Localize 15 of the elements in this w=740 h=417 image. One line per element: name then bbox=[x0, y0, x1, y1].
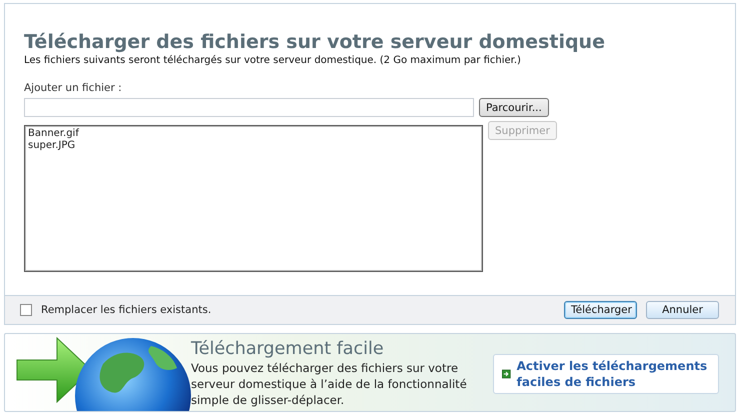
promo-title: Téléchargement facile bbox=[191, 339, 385, 360]
file-path-field[interactable] bbox=[24, 98, 474, 117]
dialog-title: Télécharger des fichiers sur votre serveur domestique bbox=[24, 30, 606, 54]
replace-checkbox[interactable] bbox=[20, 304, 32, 316]
add-file-label: Ajouter un fichier : bbox=[24, 82, 123, 94]
dialog-subtitle: Les fichiers suivants seront téléchargés sur votre serveur domestique. (2 Go maximum par fichier.) bbox=[24, 55, 522, 66]
file-item[interactable]: Banner.gif bbox=[28, 128, 479, 140]
dialog-button[interactable]: Annuler bbox=[646, 301, 719, 319]
replace-checkbox-label: Remplacer les fichiers existants. bbox=[41, 304, 212, 316]
promo-text: Vous pouvez télécharger des fichiers sur votre serveur domestique à l’aide de la fonctionnalité simple de glisser-déplacer. bbox=[191, 360, 468, 408]
dialog-button[interactable]: Télécharger bbox=[564, 301, 637, 319]
enable-easy-upload-button[interactable]: Activer les téléchargements faciles de fichiers bbox=[493, 354, 719, 394]
browse-button[interactable]: Parcourir... bbox=[479, 98, 549, 117]
file-list[interactable]: Banner.gif super.JPG bbox=[24, 125, 483, 272]
file-item[interactable]: super.JPG bbox=[28, 140, 479, 152]
